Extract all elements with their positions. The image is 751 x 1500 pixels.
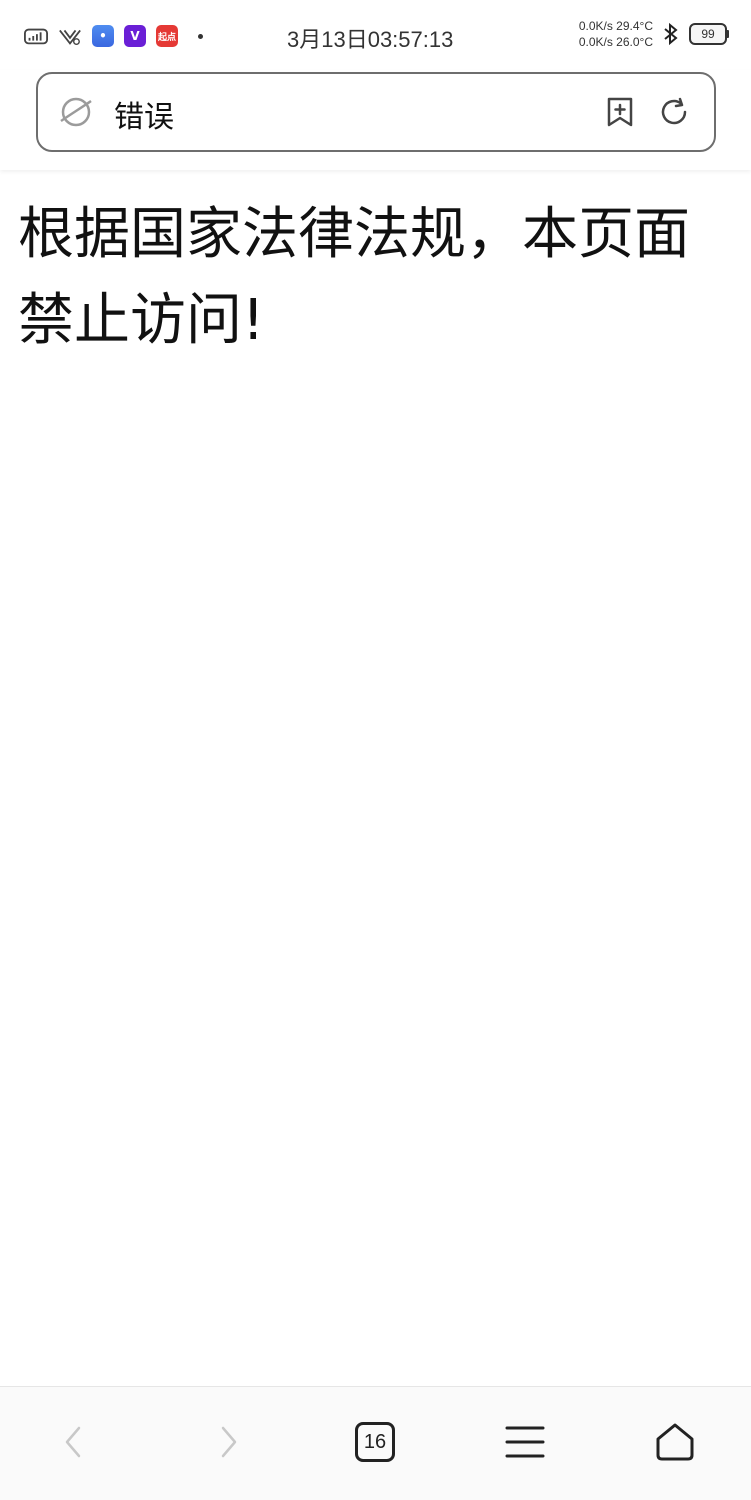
status-time: 3月13日03:57:13 [287, 27, 454, 52]
tabs-button[interactable]: 16 [350, 1417, 400, 1467]
home-button[interactable] [650, 1417, 700, 1467]
address-bar[interactable]: 错误 [36, 72, 716, 152]
chevron-right-icon [221, 1426, 237, 1458]
app-notification-icon: • [92, 25, 114, 47]
net-download: 0.0K/s 26.0°C [578, 35, 653, 49]
blocked-message: 根据国家法律法规，本页面禁止访问! [18, 202, 690, 353]
menu-button[interactable] [500, 1417, 550, 1467]
browser-page: • V 起点 3月13日03:57:13 0.0K/s 29.4°C 0.0K/… [0, 0, 751, 1500]
back-button[interactable] [49, 1417, 99, 1467]
bottom-toolbar: 16 [0, 1386, 751, 1500]
planet-icon[interactable] [58, 94, 94, 130]
address-bar-container: 错误 [0, 70, 751, 170]
tabs-count: 16 [355, 1422, 395, 1462]
forward-button[interactable] [203, 1417, 253, 1467]
refresh-icon[interactable] [658, 96, 690, 128]
more-notifications-dot [198, 33, 203, 39]
hamburger-menu-icon [505, 1426, 545, 1458]
status-right: 0.0K/s 29.4°C 0.0K/s 26.0°C 99 [579, 18, 729, 50]
wifi-icon [58, 24, 82, 48]
status-bar: • V 起点 3月13日03:57:13 0.0K/s 29.4°C 0.0K/… [0, 0, 751, 70]
bluetooth-icon [659, 22, 683, 46]
battery-indicator: 99 [689, 23, 729, 45]
home-icon [656, 1423, 694, 1461]
network-speed: 0.0K/s 29.4°C 0.0K/s 26.0°C [579, 18, 653, 50]
page-title[interactable]: 错误 [114, 92, 174, 136]
app-qidian-icon: 起点 [156, 25, 178, 47]
signal-icon [24, 24, 48, 48]
net-upload: 0.0K/s 29.4°C [578, 19, 653, 33]
status-left: • V 起点 [24, 24, 203, 48]
app-v-icon: V [124, 25, 146, 47]
chevron-left-icon [65, 1426, 81, 1458]
add-bookmark-icon[interactable] [604, 96, 636, 128]
